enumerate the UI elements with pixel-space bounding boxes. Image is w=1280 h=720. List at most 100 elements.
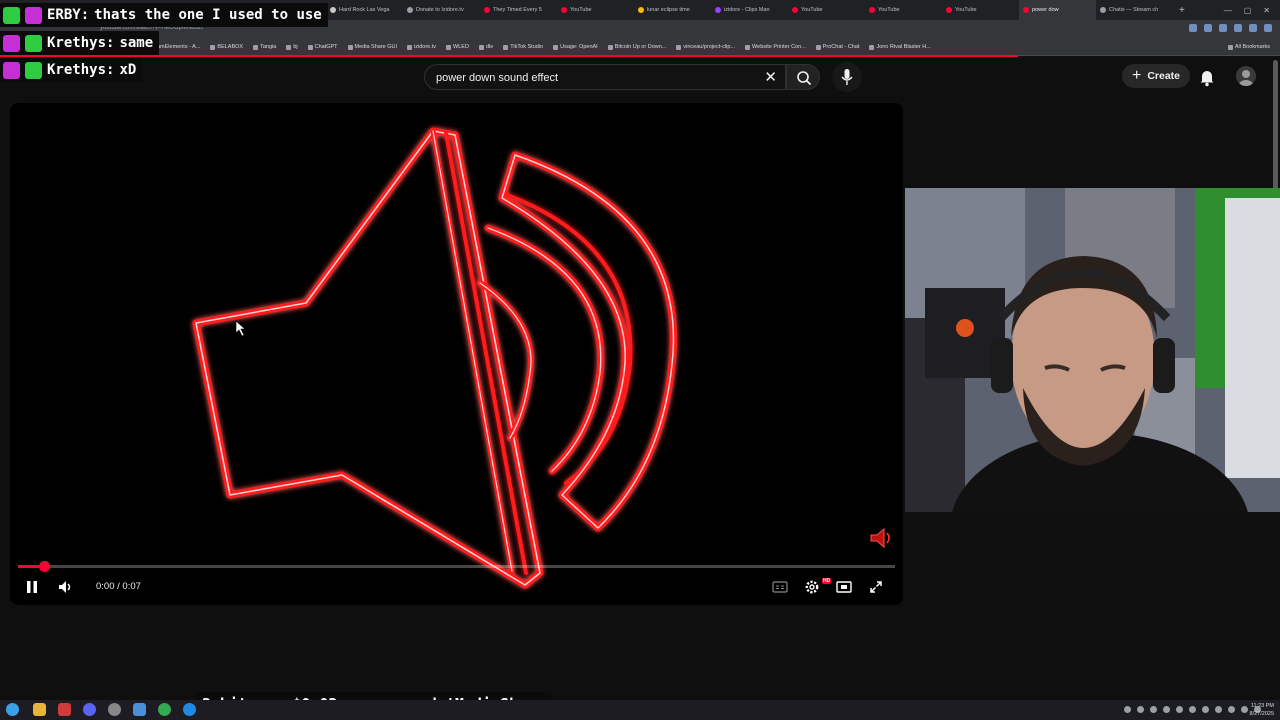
app-icon[interactable] [133,703,146,716]
bookmarks-bar: amElements - A... BELABOX Tangia bj ChatGPT M… [0,39,1280,56]
bookmark-favicon-icon [676,44,682,50]
bookmark-link[interactable]: vinceau/project-clip... [676,44,735,50]
fullscreen-button[interactable] [865,576,887,598]
miniplayer-button[interactable] [833,576,855,598]
bookmark-label: dle [485,44,494,50]
tab-label: lunar eclipse time [647,7,690,13]
create-button[interactable]: + Create [1122,64,1190,88]
tab-label: YouTube [955,7,977,13]
browser-tab[interactable]: Hard Rock Las Vega [326,0,403,20]
tray-icon[interactable] [1215,706,1222,713]
file-explorer-icon[interactable] [33,703,46,716]
extension-icon[interactable] [1219,24,1227,32]
sound-glow-icon [870,527,890,549]
bookmark-favicon-icon [286,44,292,50]
tray-icon[interactable] [1163,706,1170,713]
tray-icon[interactable] [1228,706,1235,713]
settings-button[interactable] [801,576,823,598]
bookmark-label: vinceau/project-clip... [683,44,736,50]
bookmark-link[interactable]: Tangia [253,44,276,50]
bookmark-label: Usage: OpenAI [560,44,598,50]
close-window-icon[interactable]: ✕ [1263,6,1270,15]
chat-badge-icon [25,34,42,52]
seek-bar[interactable] [18,561,895,572]
bookmark-link[interactable]: BELABOX [210,44,243,50]
bookmark-link[interactable]: Website Printer Con... [745,44,806,50]
taskbar-clock[interactable]: 11:23 PM 8/27/2025 [1250,702,1274,718]
bookmark-link[interactable]: Media Share GUI [347,44,397,50]
all-bookmarks-link[interactable]: All Bookmarks [1227,44,1280,50]
tab-label: YouTube [570,7,592,13]
captions-icon [772,581,788,593]
volume-button[interactable] [54,576,76,598]
browser-tab[interactable]: YouTube [557,0,634,20]
app-icon[interactable] [183,703,196,716]
app-icon[interactable] [58,703,71,716]
tab-label: Donate to Izidore.tv [416,7,464,13]
tray-icon[interactable] [1202,706,1209,713]
bookmark-link[interactable]: Usage: OpenAI [553,44,598,50]
bookmark-label: Jono Rival Blaster H... [876,44,931,50]
new-tab-button[interactable]: + [1173,5,1191,16]
tray-icon[interactable] [1189,706,1196,713]
captions-button[interactable] [769,576,791,598]
extension-icon[interactable] [1264,24,1272,32]
hd-badge: HD [822,578,832,584]
globe-icon [407,7,413,13]
chrome-icon[interactable] [158,703,171,716]
bookmark-link[interactable]: dle [478,44,494,50]
browser-tab[interactable]: YouTube [865,0,942,20]
discord-icon[interactable] [83,703,96,716]
bookmark-link[interactable]: Jono Rival Blaster H... [869,44,931,50]
voice-search-button[interactable] [832,62,862,92]
tray-icon[interactable] [1124,706,1131,713]
chat-badge-icon [25,6,42,24]
bookmark-link[interactable]: bj [286,44,298,50]
extension-icon[interactable] [1204,24,1212,32]
bookmark-list: amElements - A... BELABOX Tangia bj ChatGPT M… [150,44,931,50]
bookmark-link[interactable]: TikTok Studio [503,44,543,50]
extension-icon[interactable] [1234,24,1242,32]
account-avatar[interactable] [1236,66,1256,86]
browser-tab[interactable]: Chatis — Stream ch [1096,0,1173,20]
tray-icon[interactable] [1137,706,1144,713]
browser-tab[interactable]: power dow [1019,0,1096,20]
search-input[interactable]: power down sound effect ✕ [424,64,786,90]
maximize-icon[interactable]: ▢ [1244,6,1252,15]
tab-label: They Timed Every 5 [493,7,542,13]
browser-tab[interactable]: izidore - Clips Man [711,0,788,20]
tray-icon[interactable] [1241,706,1248,713]
tray-icon[interactable] [1150,706,1157,713]
settings-app-icon[interactable] [108,703,121,716]
tray-icon[interactable] [1176,706,1183,713]
video-player[interactable]: 0:00 / 0:07 HD [10,103,903,605]
browser-tab[interactable]: YouTube [788,0,865,20]
notifications-bell-icon[interactable] [1196,66,1218,88]
youtube-icon [561,7,567,13]
browser-tab[interactable]: They Timed Every 5 [480,0,557,20]
bookmark-link[interactable]: izidore.tv [407,44,436,50]
youtube-header: power down sound effect ✕ + Create [0,57,1280,97]
folder-icon [1227,44,1233,50]
extension-icon[interactable] [1189,24,1197,32]
bookmark-link[interactable]: ProChat - Chat [815,44,859,50]
browser-tab[interactable]: Donate to Izidore.tv [403,0,480,20]
player-controls: 0:00 / 0:07 HD [10,573,903,601]
bookmark-link[interactable]: Bitcoin Up or Down... [607,44,666,50]
minimize-icon[interactable]: — [1224,6,1232,15]
pause-button[interactable] [21,576,43,598]
hard-rock-icon [330,7,336,13]
clear-search-icon[interactable]: ✕ [764,68,777,86]
start-icon[interactable] [6,703,19,716]
bookmark-link[interactable]: WLED [446,44,469,50]
create-label: Create [1147,70,1181,82]
chat-text: same [119,35,154,51]
extension-icon[interactable] [1249,24,1257,32]
search-button[interactable] [786,64,820,90]
bookmark-label: izidore.tv [414,44,437,50]
browser-tab[interactable]: lunar eclipse time [634,0,711,20]
browser-tab[interactable]: YouTube [942,0,1019,20]
page-scrollbar[interactable] [1273,60,1278,190]
bookmark-link[interactable]: ChatGPT [307,44,338,50]
youtube-icon [946,7,952,13]
